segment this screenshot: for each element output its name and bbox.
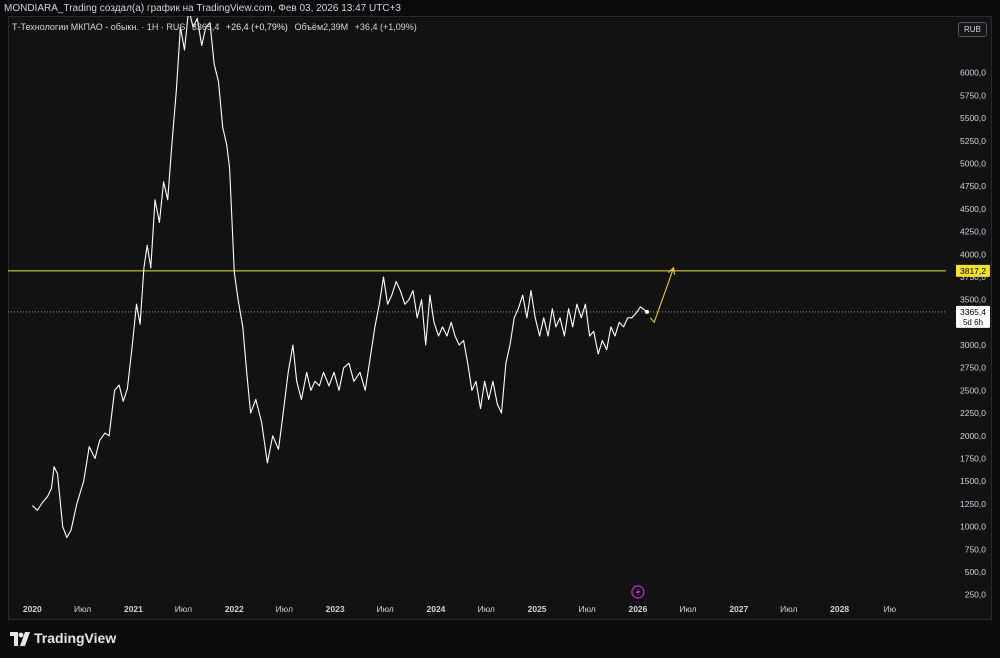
y-tick-label: 5250,0 [960,136,986,146]
currency-button[interactable]: RUB [958,22,987,37]
y-tick-label: 5750,0 [960,90,986,100]
symbol-legend: Т-Технологии МКПАО - обыкн. · 1Н · RUS 3… [12,22,421,32]
y-tick-label: 4500,0 [960,204,986,214]
y-tick-label: 3500,0 [960,295,986,305]
y-tick-label: 5500,0 [960,113,986,123]
y-tick-label: 3000,0 [960,340,986,350]
alert-icon-bolt [635,588,641,596]
tradingview-brand: TradingView [34,630,117,646]
volume-label: Объём [294,22,324,32]
x-tick-label: Июл [175,604,192,614]
x-tick-label: 2027 [729,604,748,614]
price-series-line [31,16,648,539]
alert-lightning-icon [631,585,645,599]
y-tick-label: 4000,0 [960,249,986,259]
volume-value: 2,39M [323,22,349,32]
y-tick-label: 750,0 [965,544,987,554]
level-badge-label: 3817,2 [960,266,986,276]
y-tick-label: 6000,0 [960,68,986,78]
current-price-badge-label: 3365,4 [960,307,986,317]
x-tick-label: Июл [478,604,495,614]
x-tick-label: 2024 [427,604,446,614]
x-tick-label: 2023 [326,604,345,614]
x-tick-label: Июл [578,604,595,614]
y-tick-label: 4250,0 [960,227,986,237]
price-change: +26,4 (+0,79%) [225,22,288,32]
x-tick-label: Июл [780,604,797,614]
tradingview-logo-icon [10,632,30,646]
symbol-name[interactable]: Т-Технологии МКПАО - обыкн. · 1Н · RUS [12,22,185,32]
x-tick-label: 2020 [23,604,42,614]
x-tick-label: Июл [679,604,696,614]
y-tick-label: 2750,0 [960,363,986,373]
price-axis[interactable]: 250,0 500,0 750,0 1000,0 1250,0 1500,0 1750,0 2… [960,68,986,600]
last-price-dot [645,309,650,314]
y-tick-label: 1250,0 [960,499,986,509]
projection-path [649,267,675,324]
x-tick-label: 2026 [628,604,647,614]
x-tick-label: Июл [74,604,91,614]
y-tick-label: 1000,0 [960,522,986,532]
y-tick-label: 2500,0 [960,385,986,395]
footer-bar [0,620,1000,658]
time-axis[interactable]: 2020 Июл 2021 Июл 2022 Июл 2023 Июл 2024 Июл 2025 И… [23,604,897,614]
y-tick-label: 4750,0 [960,181,986,191]
last-price: 3365,4 [191,22,220,32]
price-chart[interactable]: 250,0 500,0 750,0 1000,0 1250,0 1500,0 1750,0 2… [8,16,992,620]
volume-change: +36,4 (+1,09%) [354,22,417,32]
tradingview-logo[interactable]: TradingView [10,630,116,646]
x-tick-label: 2021 [124,604,143,614]
y-tick-label: 1750,0 [960,454,986,464]
y-tick-label: 1500,0 [960,476,986,486]
y-tick-label: 5000,0 [960,159,986,169]
y-tick-label: 2000,0 [960,431,986,441]
x-tick-label: Июл [276,604,293,614]
x-tick-label: Июл [377,604,394,614]
x-tick-label: Ию [884,604,897,614]
y-tick-label: 500,0 [965,567,987,577]
x-tick-label: 2022 [225,604,244,614]
plot-area[interactable] [8,16,992,599]
x-tick-label: 2028 [830,604,849,614]
current-price-countdown: 5d 6h [963,318,983,327]
attribution-text: MONDIARA_Trading создал(а) график на Tra… [4,3,401,14]
x-tick-label: 2025 [528,604,547,614]
y-tick-label: 2250,0 [960,408,986,418]
y-tick-label: 250,0 [965,590,987,600]
